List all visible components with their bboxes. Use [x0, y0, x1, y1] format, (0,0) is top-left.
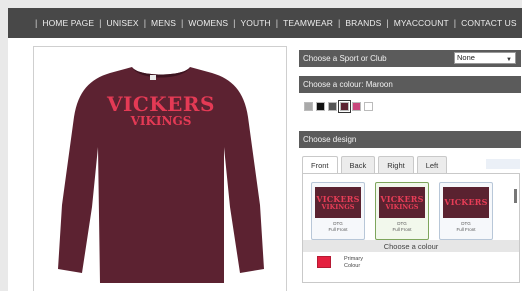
- design-label: Choose design: [303, 135, 357, 144]
- product-image: VICKERS VIKINGS: [33, 46, 287, 291]
- nav-separator: |: [338, 18, 341, 28]
- sport-label: Choose a Sport or Club: [303, 54, 387, 63]
- design-tabs: Front Back Right Left: [302, 156, 448, 173]
- chevron-down-icon: ▼: [506, 57, 512, 63]
- design-thumbnail: VICKERS VIKINGS: [379, 187, 425, 218]
- tab-back[interactable]: Back: [340, 156, 376, 173]
- design-caption: DTG Full Front: [312, 221, 364, 233]
- sport-select-value: None: [457, 53, 475, 62]
- tab-right[interactable]: Right: [378, 156, 414, 173]
- primary-label-line2: Colour: [344, 263, 361, 269]
- nav-item-home-page[interactable]: HOME PAGE: [42, 18, 94, 28]
- nav-item-womens[interactable]: WOMENS: [188, 18, 228, 28]
- top-navigation: | HOME PAGE | UNISEX | MENS | WOMENS | YOUTH | TEAM…: [8, 8, 522, 38]
- design-thumb-line1: VICKERS: [444, 197, 488, 207]
- design-card[interactable]: VICKERS VIKINGS DTG Full Front: [311, 182, 365, 240]
- tab-ghost-element: [486, 159, 520, 169]
- design-section-header: Choose design: [299, 131, 521, 148]
- shirt-tag: [150, 75, 156, 80]
- nav-separator: |: [181, 18, 184, 28]
- nav-item-teamwear[interactable]: TEAMWEAR: [283, 18, 333, 28]
- nav-item-brands[interactable]: BRANDS: [345, 18, 381, 28]
- nav-separator: |: [233, 18, 236, 28]
- design-caption: DTG Full Front: [440, 221, 492, 233]
- nav-separator: |: [275, 18, 279, 28]
- choose-colour-label: Choose a colour: [383, 241, 439, 251]
- nav-item-unisex[interactable]: UNISEX: [106, 18, 138, 28]
- design-thumbnail: VICKERS VIKINGS: [315, 187, 361, 218]
- design-thumb-line2: VIKINGS: [385, 202, 419, 211]
- nav-separator: |: [143, 18, 147, 28]
- design-caption-line2: Full Front: [392, 227, 412, 232]
- colour-swatches: [304, 100, 373, 113]
- colour-swatch-pink[interactable]: [352, 102, 361, 111]
- shirt-print-line2: VIKINGS: [130, 114, 192, 128]
- design-scrollbar[interactable]: [514, 189, 517, 203]
- design-thumb-line2: VIKINGS: [321, 202, 355, 211]
- design-picker: VICKERS VIKINGS DTG Full Front VICKERS VIKING…: [302, 173, 520, 283]
- tab-left[interactable]: Left: [416, 156, 448, 173]
- colour-swatch-charcoal[interactable]: [328, 102, 337, 111]
- nav-item-myaccount[interactable]: MYACCOUNT: [394, 18, 449, 28]
- colour-swatch-white[interactable]: [364, 102, 373, 111]
- colour-swatch-maroon[interactable]: [338, 100, 351, 113]
- nav-item-youth[interactable]: YOUTH: [241, 18, 271, 28]
- colour-label: Choose a colour: Maroon: [303, 80, 393, 89]
- colour-section-header: Choose a colour: Maroon: [299, 76, 521, 93]
- design-caption: DTG Full Front: [376, 221, 428, 233]
- nav-separator: |: [453, 18, 457, 28]
- nav-item-mens[interactable]: MENS: [151, 18, 176, 28]
- design-cards: VICKERS VIKINGS DTG Full Front VICKERS VIKING…: [311, 182, 493, 240]
- design-card[interactable]: VICKERS VIKINGS DTG Full Front: [375, 182, 429, 240]
- primary-colour-label: Primary Colour: [344, 256, 363, 270]
- primary-label-line1: Primary: [344, 256, 363, 262]
- sport-select[interactable]: None ▼: [454, 52, 516, 64]
- primary-colour-swatch[interactable]: [317, 256, 331, 268]
- shirt-print-line1: VICKERS: [106, 92, 215, 116]
- nav-item-contact-us[interactable]: CONTACT US: [461, 18, 516, 28]
- design-card[interactable]: VICKERS DTG Full Front: [439, 182, 493, 240]
- colour-swatch-black[interactable]: [316, 102, 325, 111]
- design-caption-line2: Full Front: [328, 227, 348, 232]
- design-thumbnail: VICKERS: [443, 187, 489, 218]
- longsleeve-shirt-image: VICKERS VIKINGS: [58, 67, 264, 283]
- design-caption-line2: Full Front: [456, 227, 476, 232]
- page-content: VICKERS VIKINGS Choose a Sport or Club N…: [8, 38, 522, 291]
- nav-separator: |: [386, 18, 389, 28]
- nav-separator: |: [99, 18, 102, 28]
- tab-front[interactable]: Front: [302, 156, 338, 173]
- nav-separator: |: [35, 18, 38, 28]
- choose-colour-bar: Choose a colour: [303, 240, 519, 252]
- colour-swatch-grey[interactable]: [304, 102, 313, 111]
- sport-section-header: Choose a Sport or Club None ▼: [299, 50, 521, 67]
